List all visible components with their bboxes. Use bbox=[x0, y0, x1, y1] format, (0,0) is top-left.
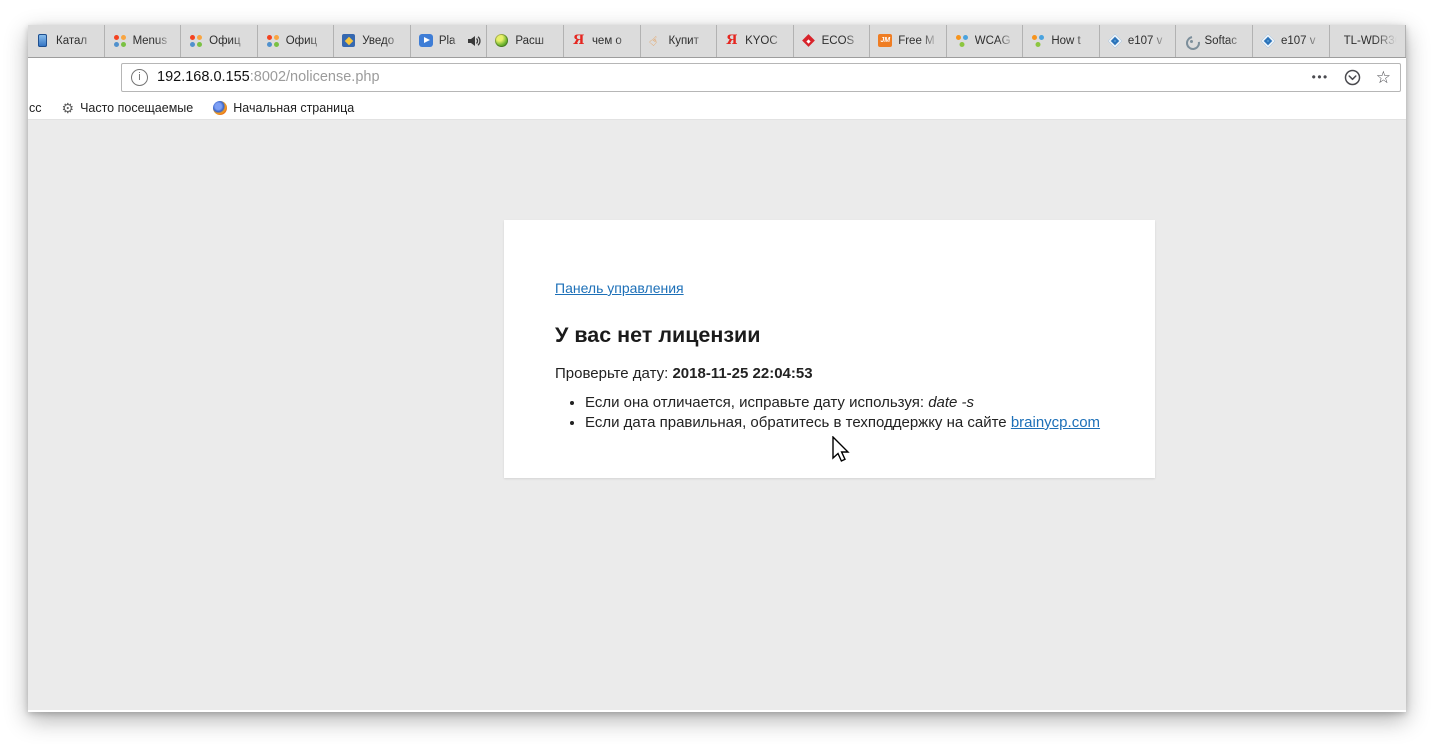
tab-label: Уведо bbox=[362, 35, 405, 47]
firefox-icon bbox=[213, 101, 227, 115]
tab-label: Menus bbox=[133, 35, 176, 47]
e107-icon bbox=[1260, 33, 1276, 49]
yandex-icon bbox=[724, 33, 740, 49]
tab-notifications[interactable]: Уведо bbox=[334, 25, 411, 57]
date-value: 2018-11-25 22:04:53 bbox=[672, 365, 812, 382]
tab-label: Расш bbox=[515, 35, 558, 47]
tab-ecosys[interactable]: ECOS bbox=[794, 25, 871, 57]
tab-e107-2[interactable]: e107 v bbox=[1253, 25, 1330, 57]
play-video-icon bbox=[418, 33, 434, 49]
tab-label: Pla bbox=[439, 35, 463, 47]
tab-audio-speaker-icon[interactable] bbox=[467, 35, 481, 47]
wcag-circles-icon bbox=[954, 33, 970, 49]
tab-label: e107 v bbox=[1128, 35, 1171, 47]
bookmark-label: Начальная страница bbox=[233, 101, 354, 115]
joomla-monster-icon bbox=[877, 33, 893, 49]
tab-label: Офиц bbox=[209, 35, 252, 47]
ecosys-icon bbox=[801, 33, 817, 49]
extension-icon bbox=[494, 33, 510, 49]
tab-player[interactable]: Pla bbox=[411, 25, 488, 57]
bookmark-label: сс bbox=[29, 101, 42, 115]
tab-official-1[interactable]: Офиц bbox=[181, 25, 258, 57]
tab-label: чем о bbox=[592, 35, 635, 47]
page-viewport: Панель управления У вас нет лицензии Про… bbox=[28, 120, 1406, 710]
softaculous-icon bbox=[1183, 33, 1199, 49]
check-date-line: Проверьте дату: 2018-11-25 22:04:53 bbox=[555, 365, 1105, 382]
yandex-icon bbox=[571, 33, 587, 49]
page-title: У вас нет лицензии bbox=[555, 323, 1105, 348]
tab-official-2[interactable]: Офиц bbox=[258, 25, 335, 57]
info-icon[interactable]: i bbox=[131, 69, 148, 86]
bookmark-star-icon[interactable]: ☆ bbox=[1376, 69, 1391, 86]
tab-label: Катал bbox=[56, 35, 99, 47]
wcag-circles-icon bbox=[1030, 33, 1046, 49]
tab-kyocera[interactable]: KYOC bbox=[717, 25, 794, 57]
tab-label: Купит bbox=[669, 35, 712, 47]
tab-label: Офиц bbox=[286, 35, 329, 47]
tab-label: e107 v bbox=[1281, 35, 1324, 47]
tab-softaculous[interactable]: Softac bbox=[1176, 25, 1253, 57]
tab-free-m[interactable]: Free M bbox=[870, 25, 947, 57]
tab-wcag[interactable]: WCAG bbox=[947, 25, 1024, 57]
tab-extensions[interactable]: Расш bbox=[487, 25, 564, 57]
tab-label: How t bbox=[1051, 35, 1094, 47]
bookmark-truncated[interactable]: сс bbox=[29, 101, 42, 115]
tab-menus[interactable]: Menus bbox=[105, 25, 182, 57]
tab-label: ECOS bbox=[822, 35, 865, 47]
brainycp-link[interactable]: brainycp.com bbox=[1011, 414, 1100, 431]
navigation-toolbar: i 192.168.0.155:8002/nolicense.php ••• ☆ bbox=[28, 58, 1406, 96]
browser-window: Катал Menus Офиц Офиц Уведо Pla bbox=[28, 25, 1406, 712]
joomla-icon bbox=[112, 33, 128, 49]
e107-icon bbox=[1107, 33, 1123, 49]
date-command: date -s bbox=[928, 394, 974, 411]
gear-icon: ⚙ bbox=[62, 101, 75, 115]
tab-e107-1[interactable]: e107 v bbox=[1100, 25, 1177, 57]
no-icon bbox=[1337, 33, 1339, 49]
url-path: :8002/nolicense.php bbox=[250, 69, 380, 85]
tab-label: Free M bbox=[898, 35, 941, 47]
bookmark-most-visited[interactable]: ⚙ Часто посещаемые bbox=[62, 101, 194, 115]
catalog-icon bbox=[35, 33, 51, 49]
hand-pointer-icon bbox=[648, 33, 664, 49]
url-host: 192.168.0.155 bbox=[157, 69, 250, 85]
hint-list: Если она отличается, исправьте дату испо… bbox=[555, 394, 1105, 431]
tab-label: TL-WDR36 bbox=[1344, 35, 1401, 47]
check-date-label: Проверьте дату: bbox=[555, 365, 668, 382]
url-bar[interactable]: i 192.168.0.155:8002/nolicense.php ••• ☆ bbox=[121, 63, 1401, 92]
tab-strip: Катал Menus Офиц Офиц Уведо Pla bbox=[28, 25, 1406, 58]
tab-label: Softac bbox=[1204, 35, 1247, 47]
tab-catalog[interactable]: Катал bbox=[28, 25, 105, 57]
tab-label: WCAG bbox=[975, 35, 1018, 47]
bookmark-home-page[interactable]: Начальная страница bbox=[213, 101, 354, 115]
tab-buy[interactable]: Купит bbox=[641, 25, 718, 57]
license-error-card: Панель управления У вас нет лицензии Про… bbox=[504, 220, 1155, 478]
control-panel-link[interactable]: Панель управления bbox=[555, 280, 684, 296]
notification-icon bbox=[341, 33, 357, 49]
tab-how-to[interactable]: How t bbox=[1023, 25, 1100, 57]
bookmark-label: Часто посещаемые bbox=[80, 101, 193, 115]
page-actions-dots-icon[interactable]: ••• bbox=[1312, 70, 1329, 84]
tab-yandex-1[interactable]: чем о bbox=[564, 25, 641, 57]
tab-router[interactable]: TL-WDR36 bbox=[1330, 25, 1407, 57]
hint-item-support: Если дата правильная, обратитесь в техпо… bbox=[585, 414, 1105, 431]
tab-label: KYOC bbox=[745, 35, 788, 47]
pocket-icon[interactable] bbox=[1344, 69, 1361, 86]
joomla-icon bbox=[265, 33, 281, 49]
hint-item-fix-date: Если она отличается, исправьте дату испо… bbox=[585, 394, 1105, 411]
joomla-icon bbox=[188, 33, 204, 49]
bookmarks-bar: сс ⚙ Часто посещаемые Начальная страница bbox=[28, 96, 1406, 120]
